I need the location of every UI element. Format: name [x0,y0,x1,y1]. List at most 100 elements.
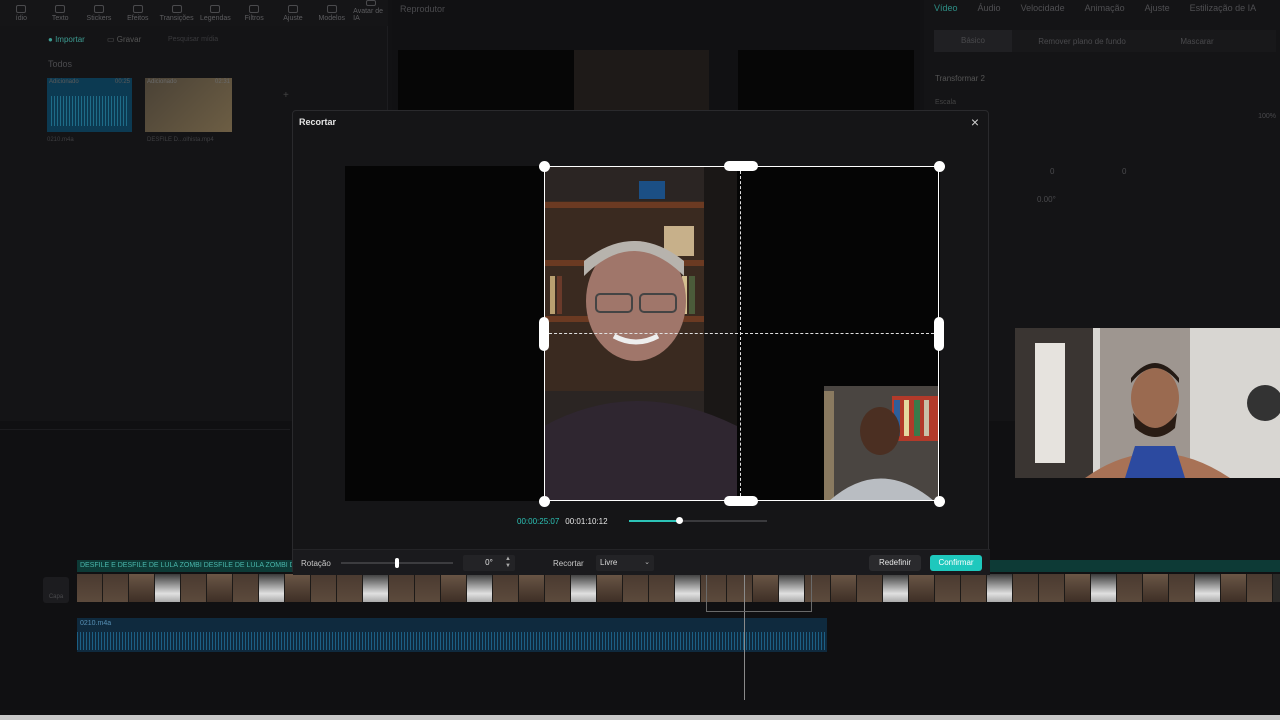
crop-dialog: Recortar × 00:00:25:07 00:01:10:12 Rotaç… [292,110,990,575]
transitions-icon [171,5,182,13]
position-y[interactable]: 0 [1122,167,1126,176]
tab-ai-style[interactable]: Estilização de IA [1190,3,1257,13]
crop-handle-right[interactable] [934,317,944,351]
video-thumbnail-frame [311,574,337,602]
audio-waveform [77,632,827,650]
crop-ratio-select[interactable]: Livre ⌄ [596,555,654,571]
video-thumbnail-frame [987,574,1013,602]
video-thumbnail-frame [1091,574,1117,602]
toolbar-item-captions[interactable]: Legendas [198,0,233,26]
video-thumbnail-frame [103,574,129,602]
crop-handle-bottom[interactable] [724,496,758,506]
effects-icon [132,5,143,13]
subtab-mask[interactable]: Mascarar [1152,37,1242,46]
rotation-slider-handle[interactable] [395,558,399,568]
audio-track[interactable]: 0210.m4a [77,618,827,652]
seek-bar[interactable] [629,517,767,524]
subtab-remove-bg[interactable]: Remover plano de fundo [1012,37,1152,46]
video-thumbnail-frame [207,574,233,602]
close-icon[interactable]: × [968,115,982,129]
crop-handle-bottom-left[interactable] [539,496,550,507]
crop-handle-left[interactable] [539,317,549,351]
confirm-button[interactable]: Confirmar [930,555,982,571]
seek-progress [629,520,679,522]
chevron-down-icon: ⌄ [644,559,650,566]
selected-clip[interactable] [706,574,812,612]
time-display: 00:00:25:07 00:01:10:12 [517,517,608,526]
video-thumbnail-frame [337,574,363,602]
video-thumbnail-frame [259,574,285,602]
video-thumbnail-frame [181,574,207,602]
timeline-divider [0,429,290,430]
video-thumbnail-frame [1065,574,1091,602]
player-title: Reprodutor [400,4,446,14]
text-icon [55,5,66,13]
crop-handle-top-right[interactable] [934,161,945,172]
video-thumbnail-frame [389,574,415,602]
player-preview-right [738,50,914,110]
toolbar-item-templates[interactable]: Modelos [314,0,349,26]
rotation-value[interactable]: 0.00° [1037,195,1056,204]
video-thumbnail-frame [1195,574,1221,602]
tab-video[interactable]: Vídeo [934,3,958,13]
position-x[interactable]: 0 [1050,167,1054,176]
waveform [51,96,128,126]
record-button[interactable]: ▭ Gravar [107,35,141,44]
seek-handle[interactable] [675,517,683,524]
toolbar-item-transitions[interactable]: Transições [159,0,194,26]
dialog-title: Recortar [299,117,337,127]
crop-handle-bottom-right[interactable] [934,496,945,507]
video-thumbnail-frame [1013,574,1039,602]
crop-handle-top-left[interactable] [539,161,550,172]
toolbar-item-filters[interactable]: Filtros [237,0,272,26]
toolbar-item-adjust[interactable]: Ajuste [276,0,311,26]
video-thumbnail-frame [1247,574,1273,602]
toolbar-item-ai-avatar[interactable]: Avatar de IA [353,0,388,26]
crop-grid-horizontal [544,333,939,334]
video-thumbnail-frame [129,574,155,602]
video-thumbnail-frame [1221,574,1247,602]
scale-value: 100% [1258,113,1276,120]
video-thumbnail-frame [285,574,311,602]
media-thumb-video[interactable]: Adicionado 02:31 [145,78,232,132]
video-thumbnail-frame [467,574,493,602]
scale-label: Escala [935,99,957,106]
transform-label: Transformar 2 [935,74,985,83]
video-thumbnail-frame [571,574,597,602]
toolbar-item-text[interactable]: Texto [43,0,78,26]
sticker-icon [93,5,104,13]
video-thumbnail-frame [935,574,961,602]
search-input[interactable]: Pesquisar mídia [168,36,218,43]
video-thumbnail-frame [675,574,701,602]
rotation-stepper-icon[interactable]: ▲ ▼ [504,556,512,570]
video-track[interactable] [77,574,1280,602]
avatar-icon [365,0,376,6]
add-media-icon[interactable]: + [283,90,289,101]
video-thumbnail-frame [493,574,519,602]
toolbar-item-effects[interactable]: Efeitos [120,0,155,26]
import-button[interactable]: ● Importar [48,35,85,44]
tab-animation[interactable]: Animação [1085,3,1125,13]
crop-handle-top[interactable] [724,161,758,171]
video-thumbnail-frame [1039,574,1065,602]
tab-audio[interactable]: Áudio [978,3,1001,13]
tab-speed[interactable]: Velocidade [1021,3,1065,13]
video-thumbnail-frame [857,574,883,602]
reset-button[interactable]: Redefinir [869,555,921,571]
cover-button[interactable]: Capa [43,577,69,603]
property-tabs: Vídeo Áudio Velocidade Animação Ajuste E… [934,3,1256,13]
subtab-basic[interactable]: Básico [934,30,1012,52]
video-thumbnail-frame [883,574,909,602]
video-thumbnail-frame [1169,574,1195,602]
video-thumbnail-frame [415,574,441,602]
video-thumbnail-frame [363,574,389,602]
rotation-slider[interactable] [341,558,453,568]
video-thumbnail-frame [623,574,649,602]
toolbar-item-stickers[interactable]: Stickers [82,0,117,26]
video-thumbnail-frame [155,574,181,602]
all-filter-label[interactable]: Todos [48,59,72,69]
toolbar-item-audio[interactable]: ídio [4,0,39,26]
media-thumb-audio[interactable]: Adicionado 00:25 [47,78,132,132]
tab-adjust[interactable]: Ajuste [1145,3,1170,13]
video-thumbnail-frame [441,574,467,602]
